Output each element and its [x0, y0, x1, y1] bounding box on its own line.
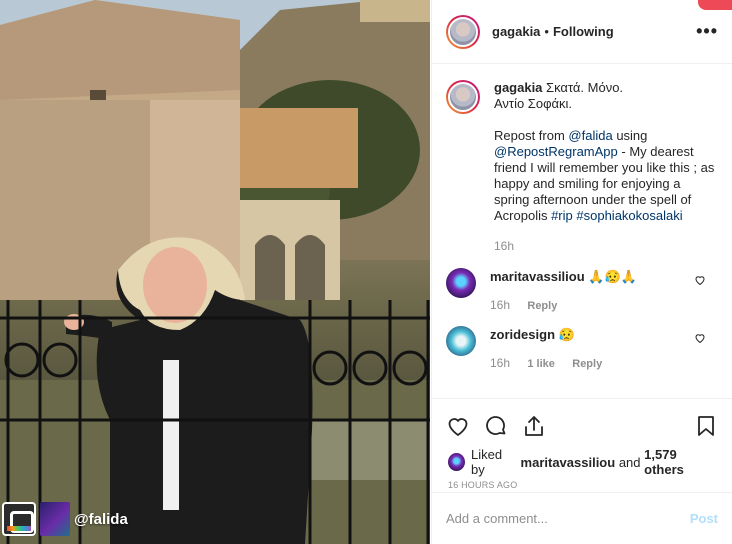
comment-username[interactable]: zoridesign — [490, 327, 555, 342]
caption-line2: Αντίο Σοφάκι. — [494, 96, 573, 111]
photo-scene — [0, 0, 430, 544]
caption-time[interactable]: 16h — [494, 239, 514, 253]
mention-falida[interactable]: @falida — [568, 128, 612, 143]
comment-item: zoridesign 😥 16h 1 like Reply — [446, 326, 718, 370]
hashtag-rip[interactable]: #rip — [551, 208, 573, 223]
add-comment-input[interactable] — [446, 511, 690, 526]
post-photo[interactable]: @falida — [0, 0, 430, 544]
commenter-avatar[interactable] — [446, 326, 476, 356]
liker-avatar[interactable] — [448, 453, 466, 471]
repost-badge: @falida — [2, 500, 128, 538]
caption-body: gagakia Σκατά. Μόνο. Αντίο Σοφάκι. Repos… — [494, 80, 718, 254]
header-separator: • — [544, 24, 549, 39]
likes-prefix: Liked by — [471, 447, 503, 477]
comment-username[interactable]: maritavassiliou — [490, 269, 585, 284]
comment-time[interactable]: 16h — [490, 298, 510, 312]
like-comment-heart-icon[interactable] — [694, 332, 706, 344]
reply-button[interactable]: Reply — [572, 358, 602, 370]
post-actions — [432, 398, 732, 452]
regram-logo-icon — [2, 502, 36, 536]
caption-username[interactable]: gagakia — [494, 80, 542, 95]
notification-indicator — [698, 0, 732, 10]
add-comment-bar: Post — [432, 492, 732, 544]
following-button[interactable]: Following — [553, 24, 614, 39]
caption-meta: 16h — [494, 238, 718, 254]
hashtag-sophiakokosalaki[interactable]: #sophiakokosalaki — [576, 208, 682, 223]
post-header: gagakia • Following ••• — [432, 0, 732, 64]
bookmark-icon[interactable] — [694, 414, 718, 438]
repost-prefix: Repost from — [494, 128, 569, 143]
comment-item: maritavassiliou 🙏😥🙏 16h Reply — [446, 268, 718, 312]
reply-button[interactable]: Reply — [527, 300, 557, 312]
comment-time[interactable]: 16h — [490, 356, 510, 370]
like-heart-icon[interactable] — [446, 414, 470, 438]
caption-repost-text: Repost from @falida using @RepostRegramA… — [494, 128, 718, 224]
share-upload-icon[interactable] — [522, 414, 546, 438]
commenter-avatar[interactable] — [446, 268, 476, 298]
caption: gagakia Σκατά. Μόνο. Αντίο Σοφάκι. Repos… — [446, 80, 718, 254]
likes-count-link[interactable]: 1,579 others — [644, 447, 716, 477]
repost-avatar — [40, 502, 70, 536]
post-side-panel: gagakia • Following ••• gagakia Σκατά. Μ… — [431, 0, 732, 544]
comments-section: gagakia Σκατά. Μόνο. Αντίο Σοφάκι. Repos… — [432, 64, 732, 398]
likes-summary: Liked by maritavassiliou and 1,579 other… — [432, 447, 732, 477]
like-comment-heart-icon[interactable] — [694, 274, 706, 286]
author-avatar[interactable] — [446, 14, 480, 49]
comment-like-count[interactable]: 1 like — [527, 358, 555, 370]
comment-bubble-icon[interactable] — [484, 414, 508, 438]
likes-middle: and — [618, 454, 641, 470]
liker-username[interactable]: maritavassiliou — [521, 455, 616, 470]
repost-using: using — [612, 128, 648, 143]
caption-avatar[interactable] — [446, 80, 480, 114]
post-comment-button[interactable]: Post — [690, 511, 718, 526]
repost-handle: @falida — [74, 510, 128, 528]
comment-text: 😥 — [558, 327, 575, 342]
comment-text: 🙏😥🙏 — [588, 269, 637, 284]
caption-line1: Σκατά. Μόνο. — [546, 80, 624, 95]
more-options-icon[interactable]: ••• — [696, 21, 718, 42]
author-username[interactable]: gagakia — [492, 24, 540, 39]
mention-repostregramapp[interactable]: @RepostRegramApp — [494, 144, 618, 159]
